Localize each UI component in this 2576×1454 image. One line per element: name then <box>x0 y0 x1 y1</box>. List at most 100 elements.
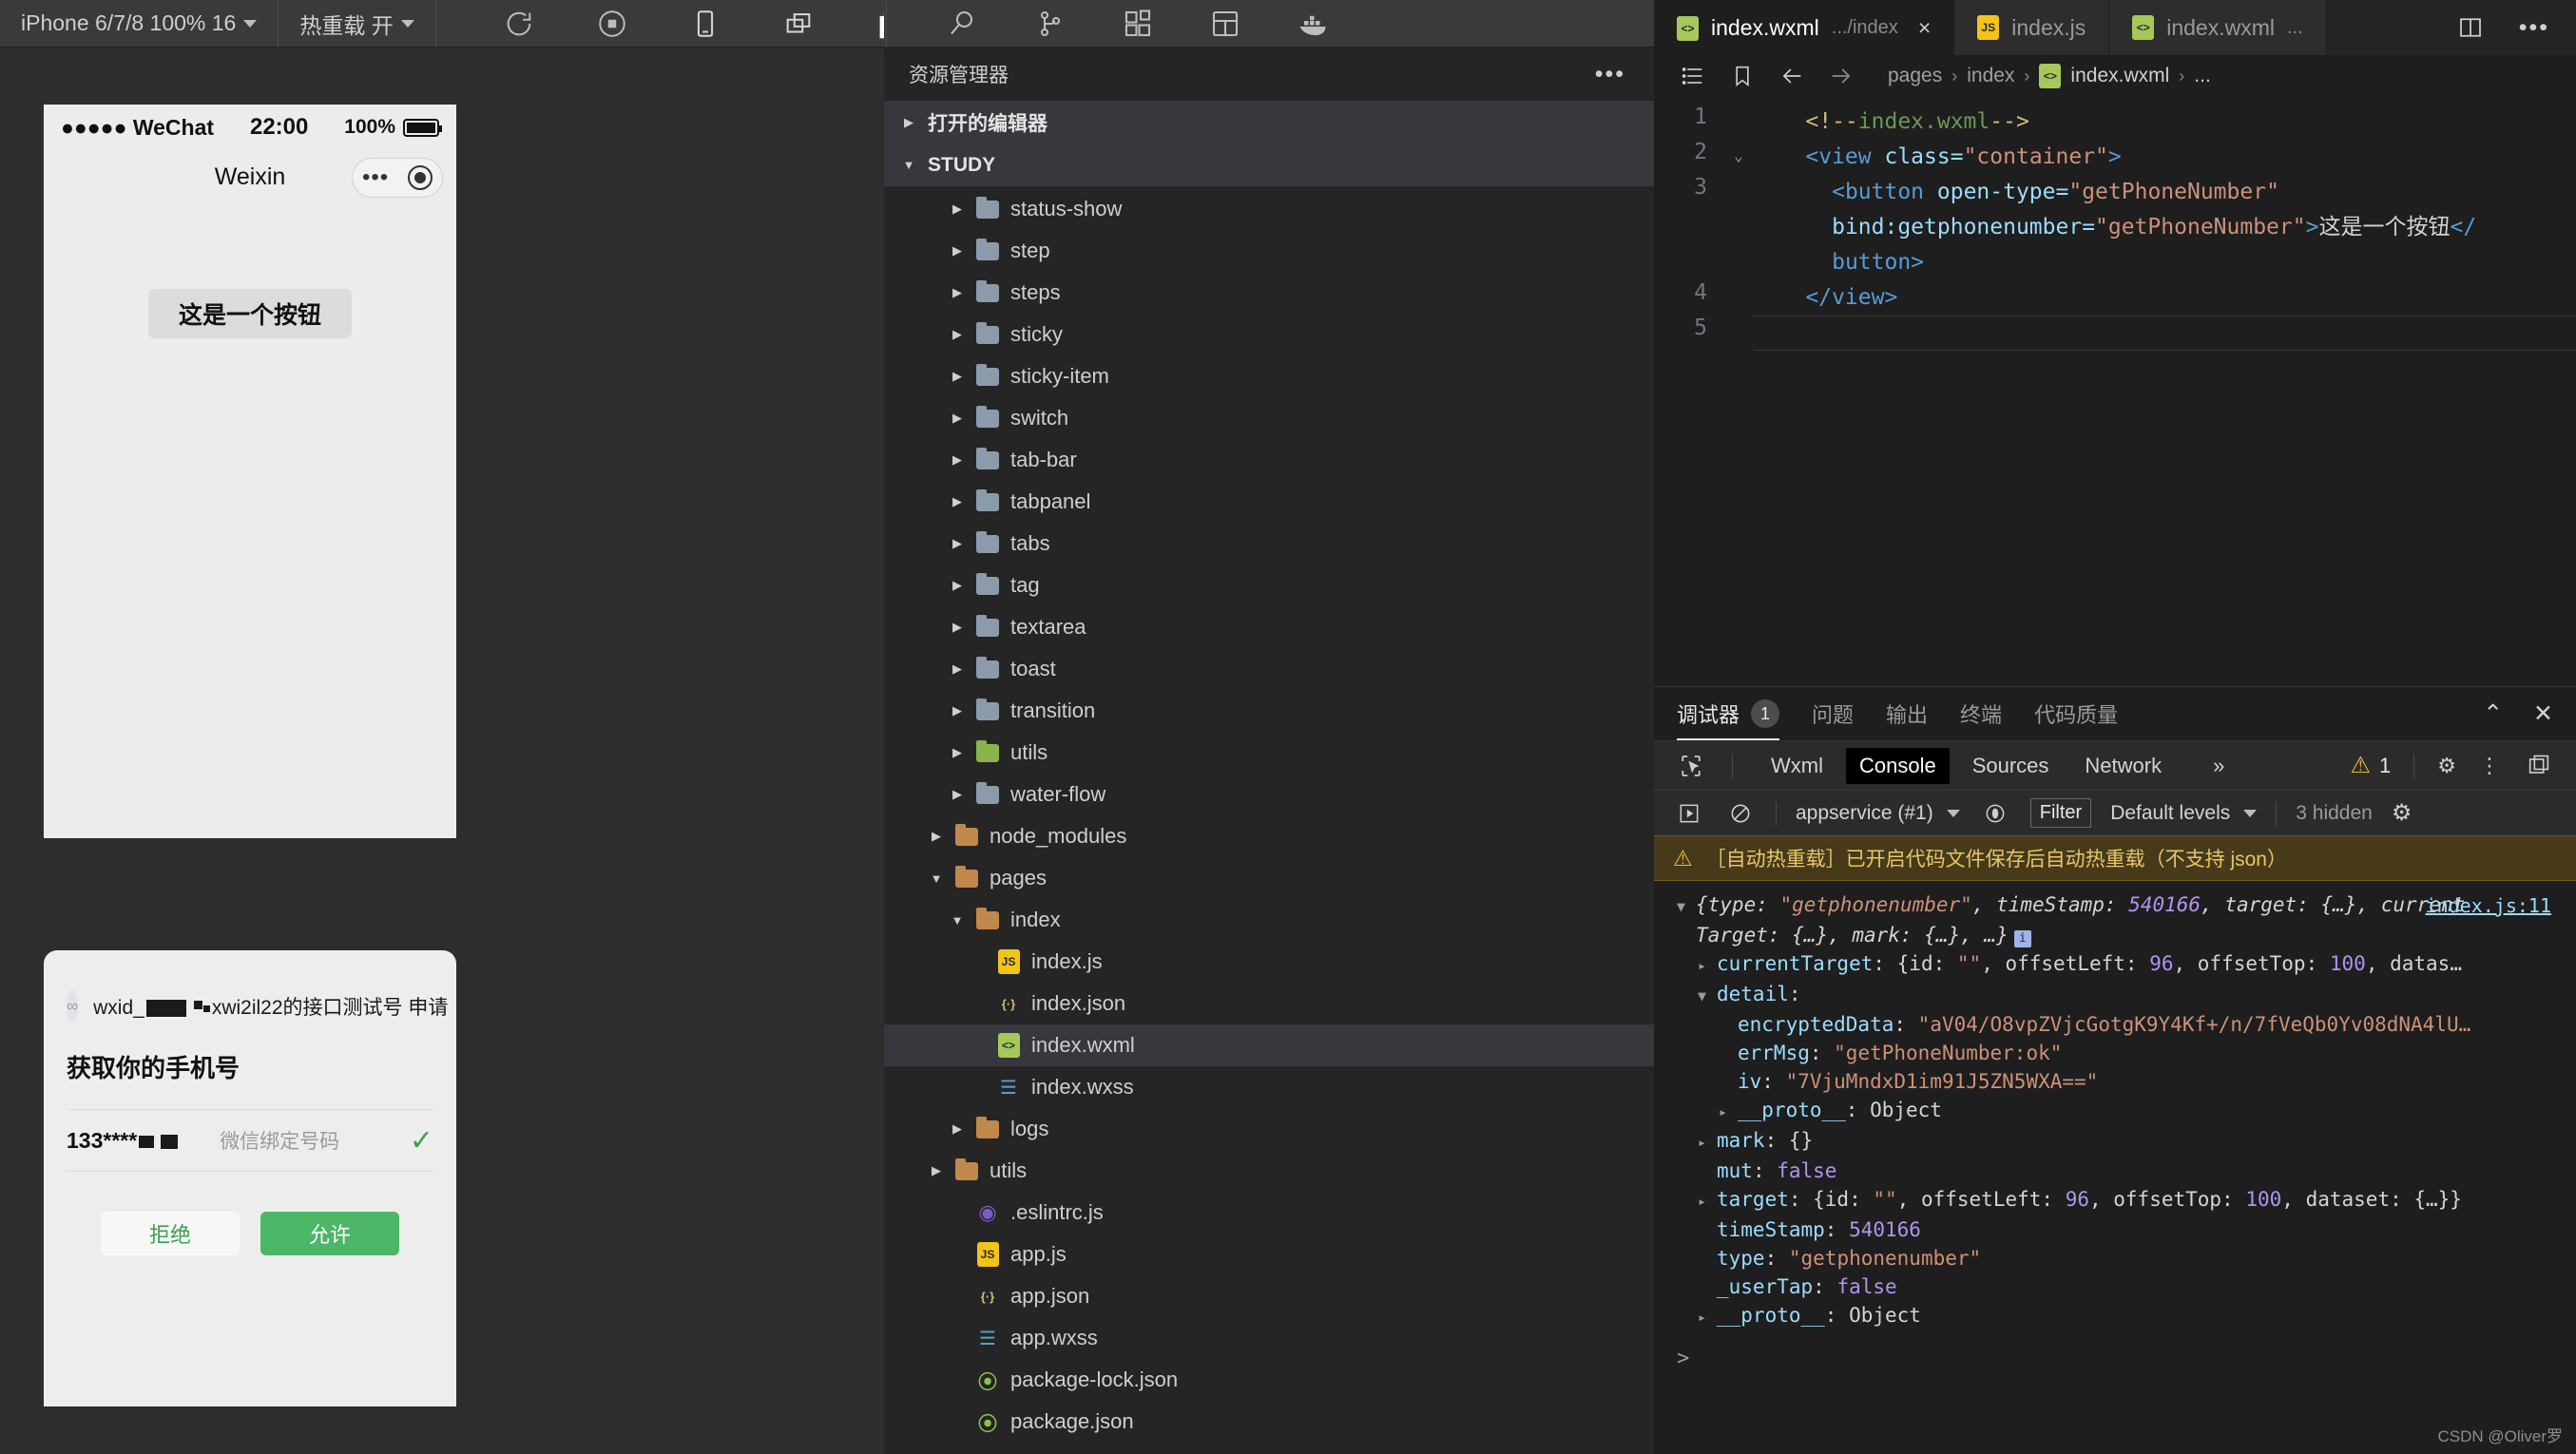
window-icon[interactable] <box>782 8 815 40</box>
chevron-right-icon[interactable]: ▶ <box>950 536 965 551</box>
console-line[interactable]: encryptedData: "aV04/O8vpZVjcGotgK9Y4Kf+… <box>1654 1010 2576 1039</box>
breadcrumb-item[interactable]: index.wxml <box>2070 65 2169 87</box>
phone-icon[interactable] <box>689 8 721 40</box>
tree-item--eslintrc-js[interactable]: ◉ .eslintrc.js <box>884 1192 1654 1234</box>
breadcrumb-item[interactable]: ... <box>2194 65 2211 87</box>
breadcrumb-item[interactable]: pages <box>1888 65 1942 87</box>
workspace-section[interactable]: ▼ STUDY <box>884 143 1654 186</box>
execute-icon[interactable] <box>1673 797 1705 830</box>
allow-button[interactable]: 允许 <box>260 1212 399 1255</box>
panel-tab-3[interactable]: 终端 <box>1960 687 2002 740</box>
console-context-selector[interactable]: appservice (#1) <box>1796 802 1960 825</box>
chevron-right-icon[interactable]: ▶ <box>950 620 965 635</box>
tree-item-index-json[interactable]: {·} index.json <box>884 983 1654 1024</box>
tree-item-package-json[interactable]: ⦿ package.json <box>884 1401 1654 1443</box>
chevron-down-icon[interactable]: ▼ <box>929 871 944 886</box>
more-vertical-icon[interactable]: ⋮ <box>2479 754 2500 778</box>
tree-item-package-lock-json[interactable]: ⦿ package-lock.json <box>884 1359 1654 1401</box>
devtools-overflow-icon[interactable]: » <box>2200 748 2238 784</box>
code-line[interactable]: 1 <!--index.wxml--> <box>1654 105 2576 140</box>
tree-item-logs[interactable]: ▶ logs <box>884 1108 1654 1150</box>
tree-item-water-flow[interactable]: ▶ water-flow <box>884 774 1654 815</box>
editor-tab-1[interactable]: JS index.js <box>1954 0 2110 55</box>
chevron-right-icon[interactable]: ▶ <box>950 327 965 342</box>
settings-gear-icon[interactable]: ⚙ <box>2437 754 2456 778</box>
tree-item-app-json[interactable]: {·} app.json <box>884 1275 1654 1317</box>
fold-chevron-icon[interactable]: ⌄ <box>1724 140 1753 172</box>
chevron-right-icon[interactable]: ▶ <box>950 243 965 258</box>
tree-item-sticky[interactable]: ▶ sticky <box>884 314 1654 355</box>
get-phone-number-button[interactable]: 这是一个按钮 <box>148 289 352 338</box>
console-levels-selector[interactable]: Default levels <box>2110 802 2258 825</box>
sheet-phone-row[interactable]: 133**** 微信绑定号码 ✓ <box>67 1109 433 1172</box>
console-line[interactable]: iv: "7VjuMndxD1im91J5ZN5WXA==" <box>1654 1067 2576 1096</box>
tree-item-index-wxss[interactable]: ☰ index.wxss <box>884 1066 1654 1108</box>
chevron-right-icon[interactable]: ▶ <box>929 1163 944 1178</box>
source-control-icon[interactable] <box>1033 7 1067 41</box>
chevron-right-icon[interactable]: ▶ <box>950 787 965 802</box>
console-line[interactable]: errMsg: "getPhoneNumber:ok" <box>1654 1039 2576 1067</box>
console-line[interactable]: timeStamp: 540166 <box>1654 1215 2576 1244</box>
tree-item-tabpanel[interactable]: ▶ tabpanel <box>884 481 1654 523</box>
dock-panel-icon[interactable] <box>2523 750 2555 782</box>
tree-item-status-show[interactable]: ▶ status-show <box>884 188 1654 230</box>
console-prompt[interactable]: > <box>1654 1331 2576 1386</box>
disclosure-triangle-icon[interactable]: ▸ <box>1698 1187 1717 1215</box>
tree-item-tabs[interactable]: ▶ tabs <box>884 523 1654 564</box>
tree-item-pages[interactable]: ▼ pages <box>884 857 1654 899</box>
disclosure-triangle-icon[interactable]: ▸ <box>1719 1098 1738 1126</box>
code-line[interactable]: 3 <button open-type="getPhoneNumber" <box>1654 175 2576 210</box>
chevron-right-icon[interactable]: ▶ <box>950 369 965 384</box>
chevron-right-icon[interactable]: ▶ <box>950 452 965 468</box>
chevron-right-icon[interactable]: ▶ <box>950 745 965 760</box>
file-tree[interactable]: ▶ status-show ▶ step ▶ steps ▶ sticky ▶ sticky-it… <box>884 186 1654 1454</box>
console-line[interactable]: type: "getphonenumber" <box>1654 1244 2576 1272</box>
editor-tab-2[interactable]: <> index.wxml... <box>2109 0 2327 55</box>
tree-item-index-wxml[interactable]: <> index.wxml <box>884 1024 1654 1066</box>
disclosure-triangle-icon[interactable]: ▼ <box>1677 892 1696 921</box>
wechat-capsule[interactable]: ••• <box>352 158 443 198</box>
open-editors-section[interactable]: ▶ 打开的编辑器 <box>884 101 1654 143</box>
console-line[interactable]: ▸ target: {id: "", offsetLeft: 96, offset… <box>1654 1185 2576 1215</box>
panel-tab-bar[interactable]: 调试器 1 问题 输出 终端 代码质量 ⌃ ✕ <box>1654 687 2576 740</box>
ellipsis-icon[interactable]: ••• <box>1595 61 1625 88</box>
refresh-icon[interactable] <box>503 8 535 40</box>
code-editor[interactable]: 1 <!--index.wxml--> 2 ⌄ <view class="conta… <box>1654 97 2576 686</box>
editor-tab-bar[interactable]: <> index.wxml .../index × JS index.js <> index.… <box>1654 0 2576 55</box>
tree-item-step[interactable]: ▶ step <box>884 230 1654 272</box>
tree-item-sticky-item[interactable]: ▶ sticky-item <box>884 355 1654 397</box>
forward-arrow-icon[interactable] <box>1825 60 1857 92</box>
code-line[interactable]: button> <box>1654 245 2576 280</box>
chevron-right-icon[interactable]: ▶ <box>950 285 965 300</box>
tree-item-node-modules[interactable]: ▶ node_modules <box>884 815 1654 857</box>
console-source-link[interactable]: index.js:11 <box>2426 894 2551 917</box>
close-panel-icon[interactable]: ✕ <box>2533 699 2553 728</box>
refuse-button[interactable]: 拒绝 <box>101 1212 240 1255</box>
chevron-right-icon[interactable]: ▶ <box>950 703 965 718</box>
device-selector[interactable]: iPhone 6/7/8 100% 16 <box>0 0 279 48</box>
stop-record-icon[interactable] <box>596 8 628 40</box>
tree-item-index[interactable]: ▼ index <box>884 899 1654 941</box>
chevron-right-icon[interactable]: ▶ <box>929 829 944 844</box>
inspect-element-icon[interactable] <box>1675 750 1707 782</box>
console-line[interactable]: Target: {…}, mark: {…}, …} i <box>1654 921 2576 949</box>
outline-icon[interactable] <box>1677 60 1709 92</box>
tree-item-utils[interactable]: ▶ utils <box>884 1150 1654 1192</box>
console-output[interactable]: index.js:11 ▼ {type: "getphonenumber", ti… <box>1654 881 2576 1454</box>
devtools-tabs[interactable]: Wxml Console Sources Network <box>1758 747 2175 784</box>
chevron-right-icon[interactable]: ▶ <box>950 578 965 593</box>
devtools-tab-sources[interactable]: Sources <box>1959 748 2063 784</box>
panel-tab-1[interactable]: 问题 <box>1812 687 1854 740</box>
extensions-icon[interactable] <box>1121 7 1155 41</box>
devtools-tab-network[interactable]: Network <box>2071 748 2175 784</box>
search-icon[interactable] <box>946 7 980 41</box>
chevron-right-icon[interactable]: ▶ <box>950 201 965 217</box>
code-line[interactable]: 4 </view> <box>1654 280 2576 316</box>
chevron-down-icon[interactable]: ▼ <box>950 913 965 928</box>
tree-item-app-js[interactable]: JS app.js <box>884 1234 1654 1275</box>
code-line[interactable]: bind:getphonenumber="getPhoneNumber">这是一… <box>1654 210 2576 245</box>
console-filter-input[interactable]: Filter <box>2029 798 2092 828</box>
docker-icon[interactable] <box>1296 7 1330 41</box>
console-line[interactable]: ▸ mark: {} <box>1654 1126 2576 1157</box>
disclosure-triangle-icon[interactable]: ▸ <box>1698 1128 1717 1157</box>
